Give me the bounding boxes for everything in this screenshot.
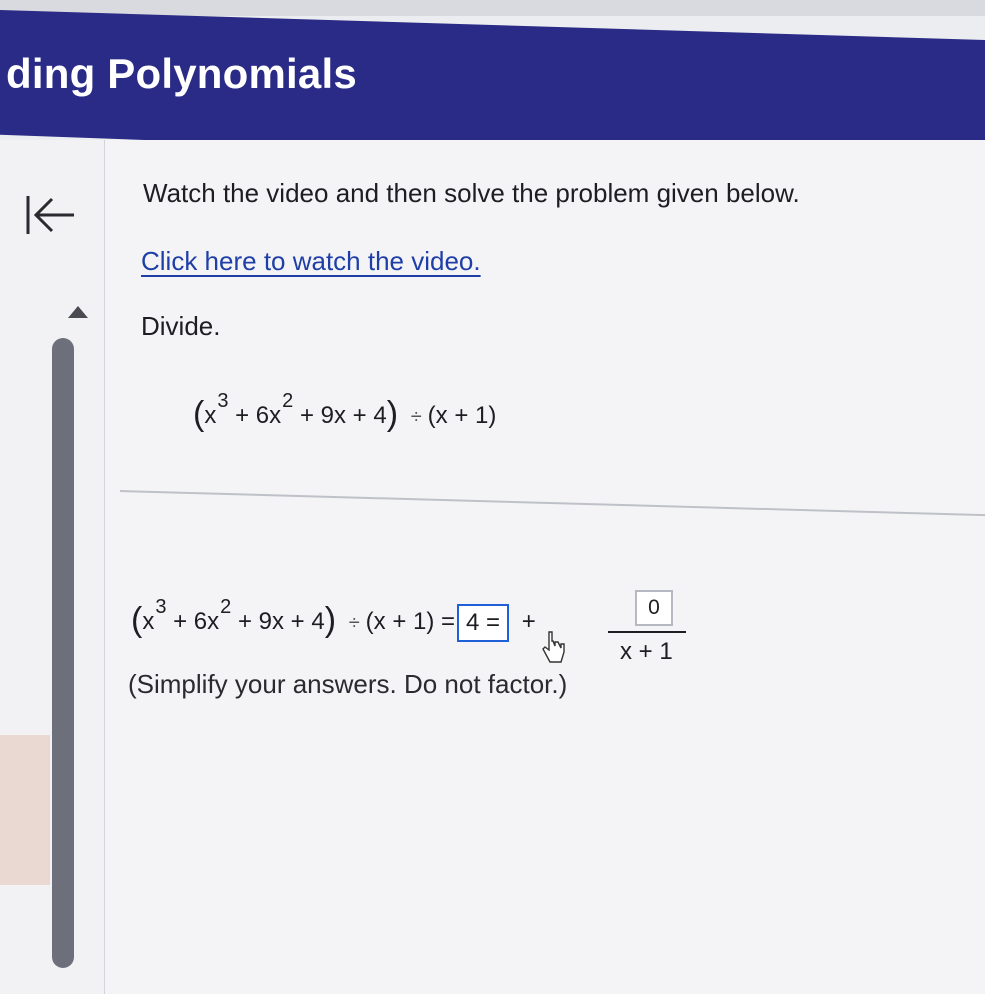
prompt-label: Divide. <box>141 311 221 341</box>
divide-symbol: ÷ <box>348 612 360 634</box>
remaining-terms: + 9x + 4 <box>237 608 325 635</box>
quadratic-term: + 6x <box>235 402 282 429</box>
fraction-bar <box>608 631 686 633</box>
problem-expression: (x3 + 6x2 + 9x + 4) ÷ (x + 1) <box>193 390 496 434</box>
page-title: ding Polynomials <box>6 50 357 97</box>
video-link[interactable]: Click here to watch the video. <box>141 246 481 277</box>
x-term: x <box>142 608 155 635</box>
arrow-left-bar-icon[interactable] <box>22 190 78 240</box>
quotient-input[interactable]: 4 = <box>457 603 510 642</box>
scrollbar-thumb[interactable] <box>52 338 74 968</box>
open-paren: ( <box>193 395 205 433</box>
remainder-fraction: 0 x + 1 <box>608 588 686 668</box>
remainder-input[interactable]: 0 <box>635 590 673 626</box>
open-paren: ( <box>131 601 143 639</box>
quadratic-exponent: 2 <box>282 390 294 412</box>
divisor: (x + 1) <box>427 402 497 429</box>
remaining-terms: + 9x + 4 <box>299 402 387 429</box>
close-paren: ) <box>324 601 337 639</box>
plus-sign: + <box>521 608 536 635</box>
rail-highlight <box>0 735 50 885</box>
x-exponent: 3 <box>155 596 167 618</box>
x-term: x <box>204 402 217 429</box>
divide-symbol: ÷ <box>410 406 422 428</box>
divisor: (x + 1) <box>365 608 435 635</box>
instruction-hint: (Simplify your answers. Do not factor.) <box>128 669 568 699</box>
equals-sign: = <box>441 608 456 635</box>
instruction-text: Watch the video and then solve the probl… <box>143 178 800 208</box>
answer-expression: (x3 + 6x2 + 9x + 4) ÷ (x + 1) = 4 = + <box>131 596 542 642</box>
triangle-up-icon[interactable] <box>68 306 88 318</box>
browser-top-strip <box>0 0 985 16</box>
quadratic-exponent: 2 <box>220 596 232 618</box>
close-paren: ) <box>386 395 399 433</box>
quadratic-term: + 6x <box>173 608 220 635</box>
fraction-denominator: x + 1 <box>620 638 673 665</box>
x-exponent: 3 <box>217 390 229 412</box>
